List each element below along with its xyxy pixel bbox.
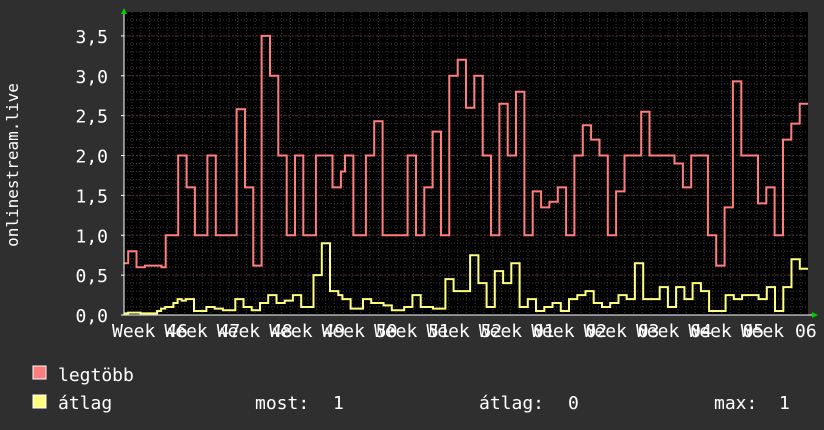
- y-tick-label: 2,5: [75, 107, 108, 128]
- y-tick-label: 1,0: [75, 226, 108, 247]
- legend-now-label: most:: [255, 393, 309, 414]
- x-tick-label: Week 06: [741, 321, 817, 342]
- legend-label-max: legtöbb: [58, 365, 134, 386]
- y-tick-label: 0,0: [75, 306, 108, 327]
- legend-swatch-avg: [32, 394, 47, 409]
- legend-max-stat-value: 1: [779, 393, 790, 414]
- y-tick-label: 3,0: [75, 67, 108, 88]
- legend-now-value: 1: [333, 393, 344, 414]
- legend-label-avg: átlag: [58, 393, 112, 414]
- legend-avg-stat-label: átlag:: [479, 393, 544, 414]
- y-tick-label: 1,5: [75, 186, 108, 207]
- legend-avg-stat-value: 0: [568, 393, 579, 414]
- legend-swatch-max: [32, 365, 47, 380]
- y-tick-label: 3,5: [75, 27, 108, 48]
- y-axis-label: onlinestream.live: [3, 83, 22, 247]
- legend-max-stat-label: max:: [714, 393, 757, 414]
- y-tick-label: 2,0: [75, 147, 108, 168]
- x-tick-labels: Week 46Week 47Week 48Week 49Week 50Week …: [112, 321, 817, 342]
- chart: 0,0 0,5 1,0 1,5 2,0 2,5 3,0 3,5 Week 46Week 47W…: [0, 0, 824, 430]
- y-tick-label: 0,5: [75, 266, 108, 287]
